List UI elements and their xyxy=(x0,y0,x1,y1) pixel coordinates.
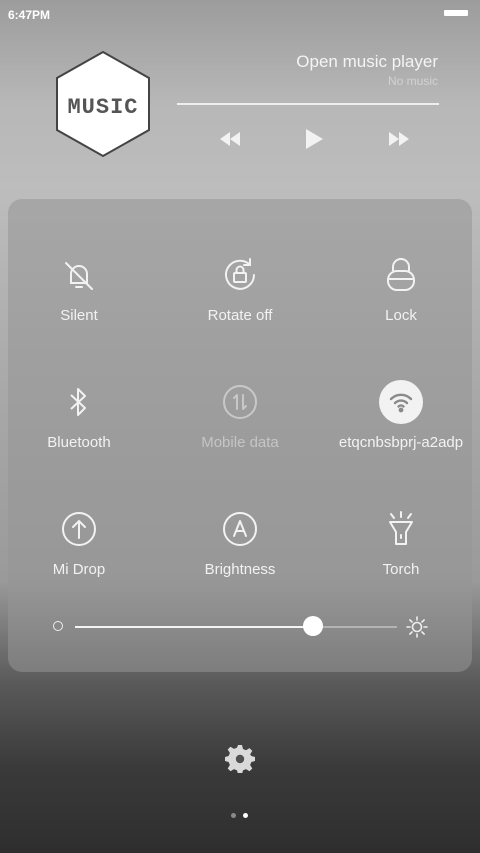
wifi-icon xyxy=(379,380,423,424)
toggle-silent[interactable]: Silent xyxy=(0,253,159,324)
toggle-mi-drop[interactable]: Mi Drop xyxy=(0,507,159,578)
toggle-label: Bluetooth xyxy=(47,434,111,451)
battery-icon xyxy=(444,10,468,16)
gear-icon xyxy=(225,745,255,774)
toggle-rotate[interactable]: Rotate off xyxy=(160,253,320,324)
previous-track-button[interactable] xyxy=(218,128,242,150)
music-app-logo[interactable]: MUSIC xyxy=(54,50,152,158)
play-button[interactable] xyxy=(303,128,325,150)
brightness-slider-fill xyxy=(75,626,314,628)
mi-drop-icon xyxy=(57,507,101,551)
toggle-label: Brightness xyxy=(204,561,276,578)
page-indicator-dot[interactable] xyxy=(231,813,236,818)
status-time: 6:47PM xyxy=(8,8,51,22)
brightness-low-icon xyxy=(53,621,63,631)
brightness-auto-icon xyxy=(218,507,262,551)
toggle-label: Lock xyxy=(385,307,417,324)
toggle-brightness[interactable]: Brightness xyxy=(160,507,320,578)
toggle-label: etqcnbsbprj-a2adp xyxy=(338,434,464,451)
rewind-icon xyxy=(220,132,240,146)
toggle-label: Mobile data xyxy=(201,434,279,451)
toggle-label: Rotate off xyxy=(207,307,273,324)
rotate-lock-icon xyxy=(218,253,262,297)
toggle-label: Mi Drop xyxy=(52,561,106,578)
toggle-lock[interactable]: Lock xyxy=(321,253,480,324)
bluetooth-icon xyxy=(57,380,101,424)
settings-button[interactable] xyxy=(225,743,255,774)
toggle-label: Torch xyxy=(382,561,420,578)
toggle-label: Silent xyxy=(60,307,98,324)
bell-off-icon xyxy=(57,253,101,297)
toggle-mobile-data[interactable]: Mobile data xyxy=(160,380,320,451)
toggle-torch[interactable]: Torch xyxy=(321,507,480,578)
status-bar: 6:47PM xyxy=(0,0,480,28)
music-subtitle: No music xyxy=(387,74,438,88)
fast-forward-icon xyxy=(389,132,409,146)
toggle-wifi[interactable]: etqcnbsbprj-a2adp xyxy=(321,380,480,451)
music-progress-bar[interactable] xyxy=(177,103,439,105)
toggle-bluetooth[interactable]: Bluetooth xyxy=(0,380,159,451)
torch-icon xyxy=(379,507,423,551)
lock-icon xyxy=(379,253,423,297)
music-title[interactable]: Open music player xyxy=(296,52,438,72)
mobile-data-icon xyxy=(218,380,262,424)
music-logo-text: MUSIC xyxy=(67,95,138,120)
brightness-high-icon xyxy=(406,616,428,643)
page-indicator-dot[interactable] xyxy=(243,813,248,818)
next-track-button[interactable] xyxy=(387,128,411,150)
play-icon xyxy=(306,129,323,149)
